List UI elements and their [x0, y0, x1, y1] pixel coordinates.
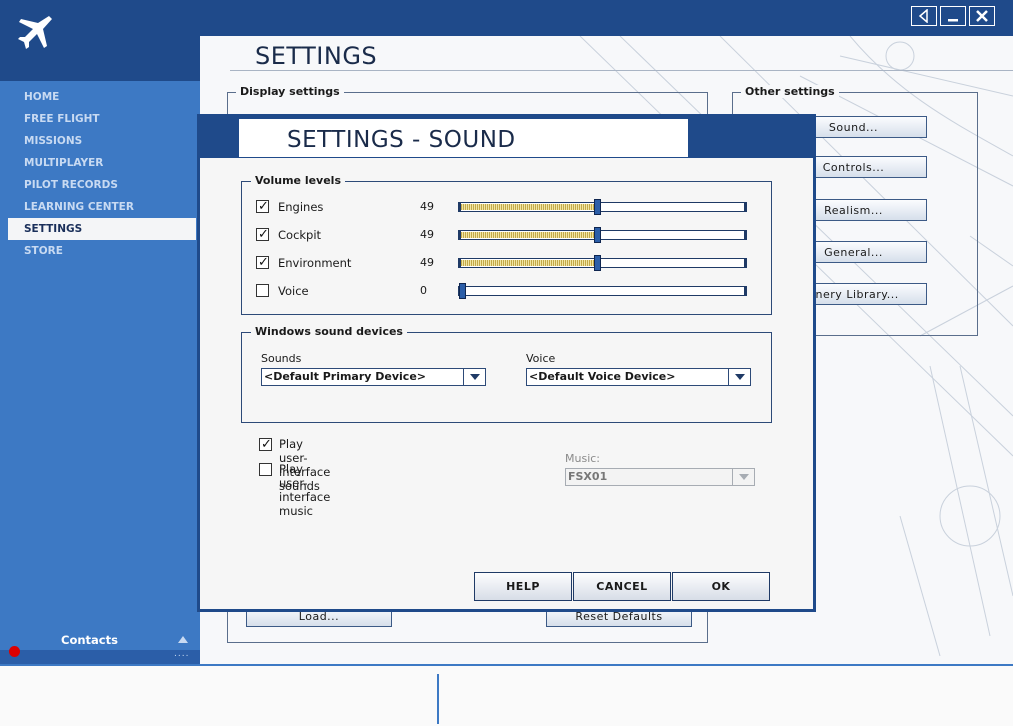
cockpit-slider-fill	[461, 232, 599, 238]
voice-label: Voice	[278, 284, 309, 298]
page-title: SETTINGS	[255, 42, 378, 70]
sidebar-item-home[interactable]: HOME	[8, 86, 196, 108]
expand-up-icon[interactable]	[178, 636, 188, 643]
environment-slider-fill	[461, 260, 599, 266]
top-bar	[0, 0, 1013, 36]
checkmark-icon: ✓	[258, 255, 269, 270]
chevron-down-icon[interactable]	[463, 369, 485, 385]
sounds-device-select[interactable]: <Default Primary Device>	[261, 368, 486, 386]
minimize-button[interactable]	[940, 6, 966, 26]
voice-device-value: <Default Voice Device>	[529, 370, 676, 383]
contacts-panel[interactable]: Contacts ....	[0, 632, 200, 664]
help-button[interactable]: HELP	[474, 572, 572, 601]
volume-levels-label: Volume levels	[251, 174, 346, 187]
sidebar-item-free-flight[interactable]: FREE FLIGHT	[8, 108, 196, 130]
engines-slider-fill	[461, 204, 599, 210]
ok-button[interactable]: OK	[672, 572, 770, 601]
title-divider	[230, 70, 1013, 71]
dialog-header: SETTINGS - SOUND	[200, 117, 813, 158]
environment-label: Environment	[278, 256, 352, 270]
status-dot-icon	[9, 646, 20, 657]
volume-levels-group: Volume levels ✓ Engines 49 ✓ Cockpit 49	[241, 174, 772, 315]
cancel-button[interactable]: CANCEL	[573, 572, 671, 601]
voice-value: 0	[420, 284, 427, 297]
sidebar-item-settings[interactable]: SETTINGS	[8, 218, 196, 240]
display-settings-label: Display settings	[236, 85, 344, 98]
engines-slider-thumb[interactable]	[594, 199, 601, 215]
environment-value: 49	[420, 256, 434, 269]
slider-end-right	[744, 230, 747, 240]
bottom-bar	[0, 664, 1013, 726]
sound-devices-label: Windows sound devices	[251, 325, 407, 338]
airplane-logo-icon	[18, 16, 52, 49]
music-select: FSX01	[565, 468, 755, 486]
cockpit-slider[interactable]	[458, 227, 747, 243]
close-button[interactable]	[969, 6, 995, 26]
sound-devices-group: Windows sound devices Sounds <Default Pr…	[241, 325, 772, 423]
checkmark-icon: ✓	[258, 199, 269, 214]
cockpit-value: 49	[420, 228, 434, 241]
cockpit-checkbox[interactable]: ✓	[256, 228, 269, 241]
speaker-icon	[918, 9, 928, 23]
engines-slider[interactable]	[458, 199, 747, 215]
sounds-device-value: <Default Primary Device>	[264, 370, 427, 383]
sidebar: HOME FREE FLIGHT MISSIONS MULTIPLAYER PI…	[0, 36, 200, 664]
sound-toggle-button[interactable]	[911, 6, 937, 26]
ui-music-checkbox[interactable]	[259, 463, 272, 476]
bottom-divider	[437, 674, 439, 724]
chevron-down-icon[interactable]	[728, 369, 750, 385]
close-icon	[976, 10, 988, 22]
engines-checkbox[interactable]: ✓	[256, 200, 269, 213]
contacts-label: Contacts	[61, 633, 118, 647]
sidebar-item-pilot-records[interactable]: PILOT RECORDS	[8, 174, 196, 196]
environment-slider-thumb[interactable]	[594, 255, 601, 271]
sounds-label: Sounds	[261, 352, 302, 365]
environment-slider[interactable]	[458, 255, 747, 271]
other-settings-label: Other settings	[741, 85, 839, 98]
sidebar-item-store[interactable]: STORE	[8, 240, 196, 262]
engines-label: Engines	[278, 200, 324, 214]
music-value: FSX01	[568, 470, 608, 483]
sidebar-item-learning-center[interactable]: LEARNING CENTER	[8, 196, 196, 218]
cockpit-slider-thumb[interactable]	[594, 227, 601, 243]
checkmark-icon: ✓	[261, 437, 272, 452]
sidebar-item-missions[interactable]: MISSIONS	[8, 130, 196, 152]
voice-slider-thumb[interactable]	[459, 283, 466, 299]
sidebar-header-band	[0, 71, 200, 81]
voice-device-label: Voice	[526, 352, 556, 365]
slider-end-right	[744, 258, 747, 268]
voice-device-select[interactable]: <Default Voice Device>	[526, 368, 751, 386]
cockpit-label: Cockpit	[278, 228, 322, 242]
dialog-title-box: SETTINGS - SOUND	[239, 119, 688, 157]
chevron-down-icon	[732, 469, 754, 485]
slider-end-right	[744, 286, 747, 296]
voice-checkbox[interactable]	[256, 284, 269, 297]
minimize-icon	[948, 19, 958, 22]
environment-checkbox[interactable]: ✓	[256, 256, 269, 269]
checkmark-icon: ✓	[258, 227, 269, 242]
engines-value: 49	[420, 200, 434, 213]
music-label: Music:	[565, 452, 601, 465]
sound-settings-dialog: SETTINGS - SOUND Volume levels ✓ Engines…	[197, 114, 816, 612]
slider-end-right	[744, 202, 747, 212]
dialog-title: SETTINGS - SOUND	[287, 127, 516, 153]
resize-grip[interactable]: ....	[174, 649, 189, 659]
ui-sounds-checkbox[interactable]: ✓	[259, 438, 272, 451]
sidebar-nav: HOME FREE FLIGHT MISSIONS MULTIPLAYER PI…	[8, 86, 196, 262]
sidebar-item-multiplayer[interactable]: MULTIPLAYER	[8, 152, 196, 174]
voice-slider[interactable]	[458, 283, 747, 299]
ui-music-label: Play user-interface music	[279, 462, 331, 518]
